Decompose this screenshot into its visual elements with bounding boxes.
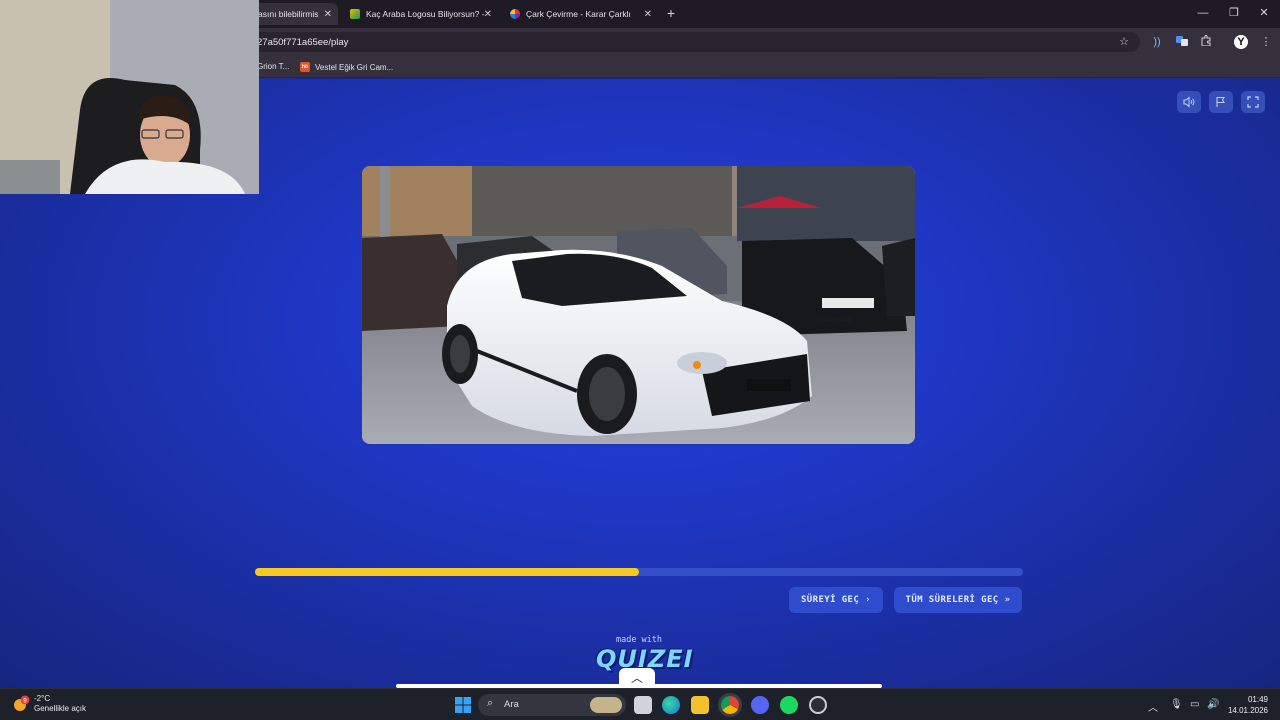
close-icon[interactable]: ✕ (484, 9, 492, 20)
file-explorer-icon[interactable] (691, 696, 709, 714)
tab-label: asını bilebilirmis (258, 9, 319, 19)
made-with-text: made with (615, 635, 663, 645)
close-window-icon[interactable]: ✕ (1257, 6, 1271, 20)
bookmark-favicon: hb (300, 62, 310, 72)
timer-progress-bar (255, 568, 1023, 576)
sound-button[interactable] (1177, 91, 1201, 113)
expand-icon (1247, 96, 1259, 108)
search-placeholder: Ara (504, 699, 519, 710)
weather-temperature: -2°C (34, 694, 51, 703)
bookmark-item[interactable]: hb Vestel Eğik Gri Cam... (300, 62, 393, 72)
microphone-icon[interactable]: 🎙 (1170, 699, 1183, 710)
skip-all-times-button[interactable]: TÜM SÜRELERİ GEÇ » (894, 587, 1022, 613)
weather-icon: 9 (14, 695, 30, 711)
webcam-overlay (0, 0, 259, 194)
chevron-right-icon: › (865, 595, 871, 605)
screen: asını bilebilirmis ✕ Kaç Araba Logosu Bi… (0, 0, 1280, 720)
system-clock[interactable]: 01:49 14.01.2026 (1228, 694, 1268, 716)
search-highlight-image (590, 697, 622, 713)
wheel-favicon (510, 9, 520, 19)
extensions-icon[interactable] (1199, 35, 1213, 49)
clock-date: 14.01.2026 (1227, 706, 1268, 715)
chevron-up-icon[interactable]: ︿ (619, 668, 655, 688)
bookmark-star-icon[interactable]: ☆ (1117, 35, 1131, 49)
weather-widget[interactable]: 9 -2°C Genellikle açık (12, 694, 86, 714)
windows-start-icon[interactable] (454, 696, 472, 714)
close-icon[interactable]: ✕ (644, 9, 652, 20)
chrome-browser-icon[interactable] (721, 696, 739, 714)
report-button[interactable] (1209, 91, 1233, 113)
spotify-icon[interactable] (780, 696, 798, 714)
tab-car-logo-quiz[interactable]: Kaç Araba Logosu Biliyorsun? - ✕ (342, 3, 498, 25)
search-icon: ⌕ (487, 697, 494, 709)
address-bar[interactable] (250, 32, 1140, 52)
tab-wheel-spinner[interactable]: Çark Çevirme - Karar Çarklı ✕ (502, 3, 658, 25)
close-icon[interactable]: ✕ (324, 9, 332, 20)
skip-time-button[interactable]: SÜREYİ GEÇ › (789, 587, 883, 613)
car-photo: YÜCE MOTORS (362, 166, 915, 444)
skip-time-label: SÜREYİ GEÇ (800, 595, 860, 605)
chevron-up-icon[interactable]: ︿ (1148, 699, 1158, 714)
taskbar-search[interactable]: ⌕ Ara (478, 694, 626, 716)
volume-icon[interactable]: 🔊 (1207, 699, 1219, 710)
double-chevron-right-icon: » (1004, 595, 1011, 605)
task-view-icon[interactable] (634, 696, 652, 714)
skip-all-times-label: TÜM SÜRELERİ GEÇ (905, 595, 999, 605)
windows-taskbar: 9 -2°C Genellikle açık ⌕ Ara ︿ 🎙 ▭ 🔊 01:… (0, 688, 1280, 720)
tab-label: Çark Çevirme - Karar Çarklı (526, 9, 631, 19)
read-aloud-icon[interactable]: )) (1150, 35, 1164, 49)
restore-icon[interactable]: ❐ (1227, 6, 1241, 20)
speaker-icon (1183, 96, 1195, 108)
fullscreen-button[interactable] (1241, 91, 1265, 113)
more-menu-icon[interactable]: ⋮ (1259, 35, 1273, 49)
steam-icon[interactable] (809, 696, 827, 714)
new-tab-button[interactable]: + (664, 5, 678, 21)
minimize-icon[interactable]: — (1196, 6, 1210, 20)
site-favicon (350, 9, 360, 19)
bookmark-label: Grion T... (257, 62, 290, 71)
tab-label: Kaç Araba Logosu Biliyorsun? - (366, 9, 485, 19)
edge-browser-icon[interactable] (662, 696, 680, 714)
clock-time: 01:49 (1247, 695, 1268, 704)
photo-sign-text: YÜCE MOTORS (814, 317, 852, 324)
weather-condition: Genellikle açık (34, 704, 87, 713)
flag-icon (1216, 97, 1225, 107)
bookmark-label: Vestel Eğik Gri Cam... (315, 62, 394, 72)
discord-icon[interactable] (751, 696, 769, 714)
translate-icon[interactable] (1175, 35, 1189, 49)
timer-progress-fill (255, 568, 639, 576)
url-text: 27a50f771a65ee/play (257, 37, 349, 48)
tab-current[interactable]: asını bilebilirmis ✕ (250, 3, 338, 25)
bookmark-item[interactable]: Grion T... (257, 62, 289, 71)
network-icon[interactable]: ▭ (1190, 699, 1199, 710)
webcam-feed (0, 0, 259, 194)
question-image: YÜCE MOTORS (362, 166, 915, 444)
profile-avatar[interactable]: Y (1234, 35, 1248, 49)
